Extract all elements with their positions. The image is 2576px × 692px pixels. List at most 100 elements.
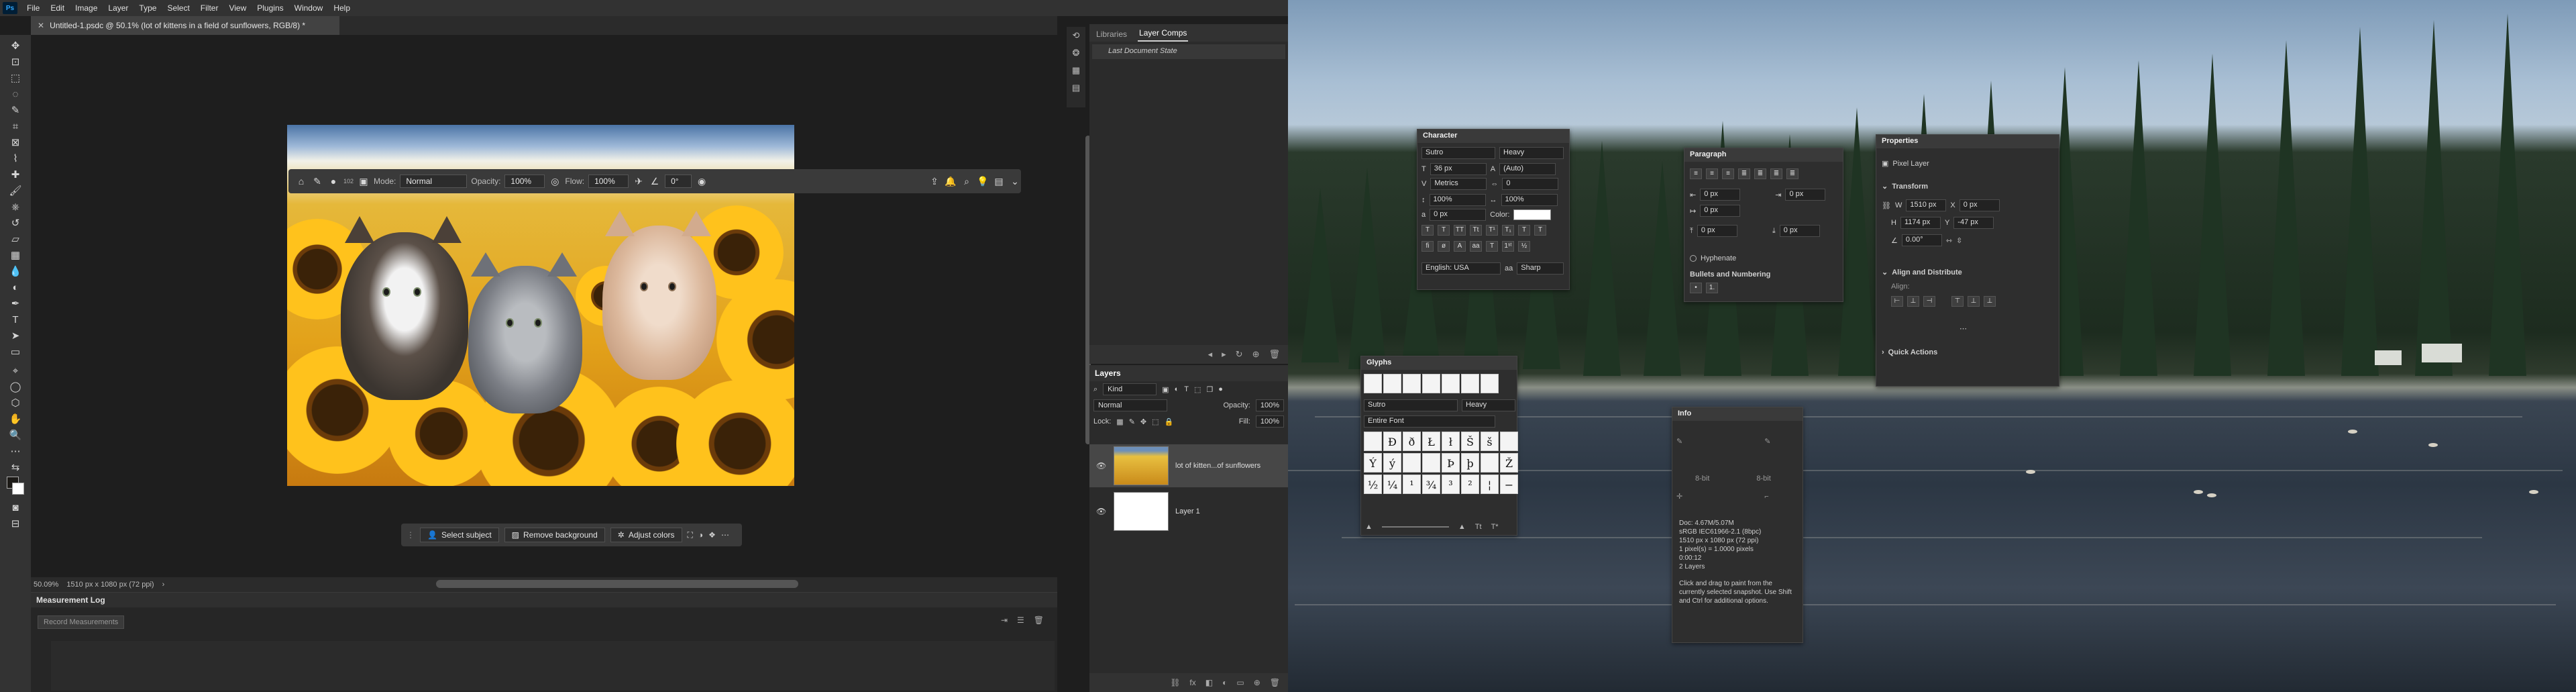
glyph[interactable]: Ł [1422, 432, 1440, 451]
glyph[interactable]: ¼ [1383, 475, 1401, 494]
delete-comp-icon[interactable]: 🗑 [1269, 349, 1280, 360]
zoom-out-small-icon[interactable]: ▲ [1365, 523, 1373, 531]
lock-all-icon[interactable]: 🔒 [1165, 417, 1174, 426]
filter-toggle-icon[interactable]: ● [1218, 385, 1223, 393]
glyphs-font-family-dropdown[interactable]: Sutro [1364, 399, 1458, 411]
text-color-swatch[interactable] [1513, 209, 1552, 220]
eyedropper-tool-icon[interactable]: ⌇ [7, 152, 24, 166]
indent-right-field[interactable]: 0 px [1785, 189, 1826, 201]
search-icon[interactable]: ⌕ [961, 176, 973, 187]
new-comp-icon[interactable]: ⊕ [1252, 349, 1260, 360]
numbering-icon[interactable]: 1. [1706, 283, 1718, 293]
glyph[interactable]: Ð [1383, 432, 1401, 451]
glyph[interactable]: ¾ [1422, 475, 1440, 494]
filter-adjust-icon[interactable]: ◐ [1175, 385, 1179, 393]
justify-left-icon[interactable]: ≣ [1738, 168, 1750, 179]
y-field[interactable]: -47 px [1953, 217, 1994, 229]
glyph[interactable]: ý [1383, 453, 1401, 473]
drag-handle-icon[interactable]: ⋮ [407, 530, 415, 540]
glyph[interactable]: š [1481, 432, 1499, 451]
home-icon[interactable]: ⌂ [295, 176, 307, 187]
rectangle-tool-icon[interactable]: ▭ [7, 345, 24, 360]
brushes-panel-icon[interactable]: ❂ [1067, 44, 1085, 62]
justify-all-icon[interactable]: ≣ [1786, 168, 1799, 179]
x-field[interactable]: 0 px [1959, 199, 2000, 211]
menu-type[interactable]: Type [133, 3, 162, 13]
glyph[interactable]: ¦ [1481, 475, 1499, 494]
menu-filter[interactable]: Filter [195, 3, 224, 13]
ellipse-tool-icon[interactable]: ◯ [7, 380, 24, 395]
flip-horizontal-icon[interactable]: ⇿ [1946, 236, 1952, 245]
apply-next-icon[interactable]: ▸ [1222, 349, 1226, 360]
stack-icon[interactable]: ❖ [708, 530, 716, 540]
align-top-edges-icon[interactable]: ⊤ [1951, 296, 1964, 307]
blur-tool-icon[interactable]: 💧 [7, 264, 24, 279]
history-panel-icon[interactable]: ⟲ [1067, 27, 1085, 44]
apply-previous-icon[interactable]: ◂ [1208, 349, 1213, 360]
object-select-tool-icon[interactable]: ⌖ [7, 364, 24, 379]
align-v-centers-icon[interactable]: ⊥ [1968, 296, 1980, 307]
ordinals-icon[interactable]: 1ˢᵗ [1502, 241, 1514, 252]
menu-plugins[interactable]: Plugins [252, 3, 288, 13]
adjust-colors-button[interactable]: ✲ Adjust colors [610, 528, 682, 542]
menu-select[interactable]: Select [162, 3, 195, 13]
glyphs-font-style-dropdown[interactable]: Heavy [1462, 399, 1515, 411]
angle-field[interactable]: 0° [665, 175, 692, 188]
photoshop-logo-icon[interactable]: Ps [3, 2, 17, 14]
edit-toolbar-icon[interactable]: ⋯ [7, 444, 24, 459]
discover-icon[interactable]: 💡 [977, 176, 989, 187]
transform-chevron-icon[interactable]: ⌄ [1882, 182, 1888, 191]
underline-icon[interactable]: T [1518, 225, 1530, 236]
indent-left-field[interactable]: 0 px [1700, 189, 1741, 201]
swatches-panel-icon[interactable]: ▦ [1067, 62, 1085, 79]
move-tool-icon[interactable]: ✥ [7, 39, 24, 54]
glyph[interactable]: ³ [1442, 475, 1460, 494]
lock-image-icon[interactable]: ✎ [1129, 417, 1135, 426]
align-center-icon[interactable]: ≡ [1706, 168, 1718, 179]
quick-actions-chevron-icon[interactable]: › [1882, 348, 1884, 356]
filter-smart-icon[interactable]: ❐ [1206, 385, 1213, 394]
align-left-icon[interactable]: ≡ [1690, 168, 1702, 179]
subscript-icon[interactable]: T₁ [1502, 225, 1514, 236]
pressure-size-icon[interactable]: ◉ [696, 176, 708, 187]
delete-layer-icon[interactable]: 🗑 [1270, 678, 1280, 687]
more-options-icon[interactable]: ⋯ [721, 530, 729, 540]
export-icon[interactable]: ⇥ [1001, 615, 1008, 625]
layer-row-kittens[interactable]: 👁 lot of kitten...of sunflowers [1089, 444, 1288, 487]
fill-field[interactable]: 100% [1255, 415, 1284, 428]
swash-icon[interactable]: A [1454, 241, 1466, 252]
ligatures-icon[interactable]: fi [1421, 241, 1434, 252]
antialias-dropdown[interactable]: Sharp [1517, 262, 1564, 275]
flow-field[interactable]: 100% [588, 175, 629, 188]
filter-shape-icon[interactable]: ⬚ [1194, 385, 1201, 394]
pen-tool-icon[interactable]: ✒ [7, 297, 24, 311]
swap-colors-icon[interactable]: ⇆ [7, 460, 24, 475]
remove-background-button[interactable]: ▨ Remove background [504, 528, 605, 542]
fx-icon[interactable]: fx [1189, 678, 1195, 687]
adjustment-layer-icon[interactable]: ◐ [1222, 678, 1227, 687]
brush-preset-icon[interactable]: ✎ [311, 176, 323, 187]
strikethrough-icon[interactable]: T [1534, 225, 1546, 236]
baseline-shift-field[interactable]: 0 px [1430, 209, 1487, 221]
zoom-in-large-icon[interactable]: ▲ [1458, 523, 1466, 531]
tracking-field[interactable]: 0 [1502, 178, 1559, 190]
menu-view[interactable]: View [223, 3, 252, 13]
chevron-down-icon[interactable]: ⌄ [1009, 176, 1021, 187]
last-document-state-row[interactable]: Last Document State [1092, 44, 1285, 59]
indent-first-line-field[interactable]: 0 px [1700, 205, 1741, 217]
select-subject-button[interactable]: 👤 Select subject [420, 528, 499, 542]
leading-field[interactable]: (Auto) [1499, 163, 1556, 175]
glyph[interactable]: þ [1461, 453, 1479, 473]
stylistic-alternates-icon[interactable]: aa [1470, 241, 1482, 252]
layer-row-layer1[interactable]: 👁 Layer 1 [1089, 490, 1288, 533]
glyph[interactable]: − [1500, 475, 1518, 494]
airbrush-icon[interactable]: ✈ [633, 176, 645, 187]
glyph[interactable]: ½ [1364, 475, 1382, 494]
share-icon[interactable]: ⇪ [928, 176, 941, 187]
link-layers-icon[interactable]: ⛓ [1170, 678, 1180, 687]
type-tool-icon[interactable]: T [7, 313, 24, 328]
vertical-scale-field[interactable]: 100% [1429, 194, 1486, 206]
align-chevron-icon[interactable]: ⌄ [1882, 268, 1888, 277]
document-tab[interactable]: ✕ Untitled-1.psdc @ 50.1% (lot of kitten… [31, 16, 339, 35]
brush-size-icon[interactable]: ● [327, 176, 339, 187]
